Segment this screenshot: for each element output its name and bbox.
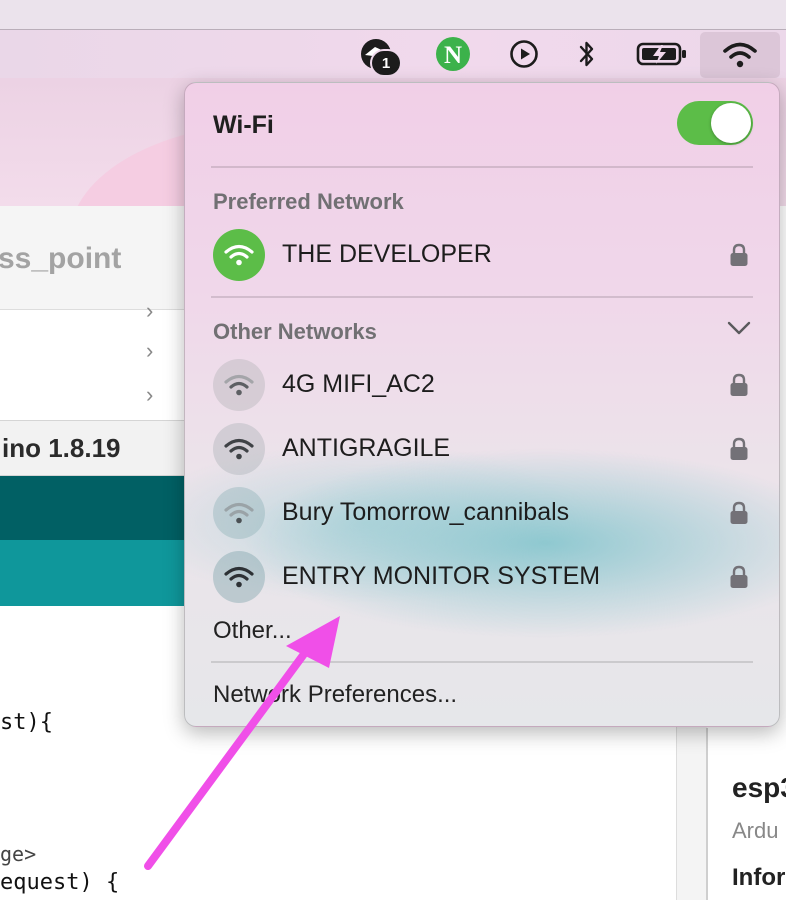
network-name: ANTIGRAGILE (282, 434, 451, 462)
sketch-title: ss_point (0, 242, 122, 275)
preferred-network-label: Preferred Network (213, 189, 404, 214)
wifi-icon (723, 42, 757, 68)
lock-icon (729, 565, 749, 594)
info-subtitle: Ardu (732, 818, 779, 843)
toolbar-dark (0, 476, 186, 540)
library-info-card: esp3 Ardu Infor (706, 728, 786, 900)
code-line: ge> (0, 842, 37, 866)
lock-icon (729, 243, 749, 272)
version-bar: ino 1.8.19 (0, 420, 186, 476)
network-name: ENTRY MONITOR SYSTEM (282, 562, 601, 590)
tab-bar (0, 540, 186, 606)
wifi-icon (213, 487, 265, 539)
divider (211, 296, 753, 298)
wifi-icon (213, 359, 265, 411)
sketch-title-bar: ss_point (0, 206, 186, 310)
wifi-icon (213, 551, 265, 603)
network-row-preferred[interactable]: THE DEVELOPER (185, 227, 779, 283)
notification-badge: 1 (372, 51, 400, 75)
other-network-link[interactable]: Other... (213, 617, 292, 645)
wifi-icon (213, 423, 265, 475)
network-row[interactable]: ANTIGRAGILE (185, 421, 779, 477)
chevron-right-icon[interactable]: › (146, 298, 153, 324)
code-line: st){ (0, 710, 53, 735)
network-name: 4G MIFI_AC2 (282, 370, 435, 398)
wifi-menu-title: Wi-Fi (213, 111, 274, 139)
wifi-icon (213, 229, 265, 281)
network-name: Bury Tomorrow_cannibals (282, 498, 570, 526)
info-title: esp3 (732, 772, 786, 803)
chevron-right-icon[interactable]: › (146, 338, 153, 364)
info-label: Infor (732, 864, 786, 891)
chevron-right-icon[interactable]: › (146, 382, 153, 408)
version-label: ino 1.8.19 (2, 433, 121, 463)
divider (211, 166, 753, 168)
wifi-toggle[interactable] (677, 101, 753, 145)
play-circle-icon[interactable] (506, 36, 542, 72)
battery-charging-icon[interactable] (634, 36, 690, 72)
lock-icon (729, 437, 749, 466)
window-top-edge (0, 0, 786, 30)
wifi-dropdown-menu: Wi-Fi Preferred Network THE DEVELOPER Ot… (184, 82, 780, 727)
lock-icon (729, 501, 749, 530)
network-row[interactable]: 4G MIFI_AC2 (185, 357, 779, 413)
other-networks-label: Other Networks (213, 319, 377, 344)
chevron-down-icon[interactable] (727, 321, 751, 340)
bluetooth-icon[interactable] (572, 36, 602, 72)
n-app-icon[interactable]: N (433, 36, 473, 72)
wifi-menu-button[interactable] (700, 32, 780, 78)
svg-text:N: N (444, 42, 462, 69)
network-preferences-link[interactable]: Network Preferences... (213, 681, 457, 709)
lock-icon (729, 373, 749, 402)
toggle-knob (711, 103, 751, 143)
code-line: equest) { (0, 870, 120, 895)
network-row[interactable]: ENTRY MONITOR SYSTEM (185, 549, 779, 605)
network-row[interactable]: Bury Tomorrow_cannibals (185, 485, 779, 541)
network-name: THE DEVELOPER (282, 240, 492, 268)
divider (211, 661, 753, 663)
